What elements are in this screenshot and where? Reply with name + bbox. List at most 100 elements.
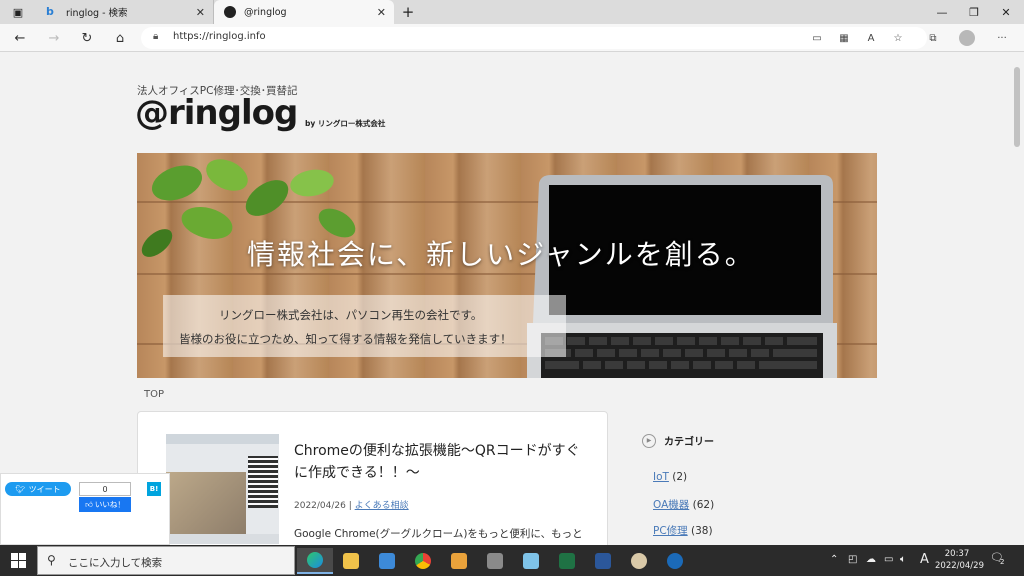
hero-banner: 情報社会に、新しいジャンルを創る。 リングロー株式会社は、パソコン再生の会社です… bbox=[137, 153, 877, 378]
chrome-icon[interactable] bbox=[405, 548, 441, 574]
more-menu-icon[interactable]: ··· bbox=[993, 29, 1011, 47]
close-icon[interactable]: ✕ bbox=[377, 6, 386, 19]
search-icon: ⚲ bbox=[47, 553, 56, 567]
tab-title: @ringlog bbox=[244, 6, 287, 18]
meta-separator: | bbox=[345, 501, 355, 511]
url-text: https://ringlog.info bbox=[173, 31, 266, 42]
browser-toolbar: ← → ↻ ⌂ 🔒︎ https://ringlog.info ▭ ▦ A ☆ … bbox=[0, 24, 1024, 52]
category-count: (62) bbox=[692, 499, 715, 511]
category-heading-text: カテゴリー bbox=[664, 437, 714, 448]
refresh-icon[interactable]: ↻ bbox=[77, 28, 97, 48]
tab-actions-icon[interactable]: ▣ bbox=[2, 0, 34, 24]
back-icon[interactable]: ← bbox=[10, 28, 30, 48]
scrollbar-thumb[interactable] bbox=[1014, 67, 1020, 147]
minimize-icon[interactable]: — bbox=[926, 0, 958, 24]
new-tab-button[interactable]: + bbox=[392, 0, 424, 24]
tab-search[interactable]: b ringlog - 検索 ✕ bbox=[36, 0, 214, 24]
read-aloud-icon[interactable]: A bbox=[862, 29, 880, 47]
category-item: IoT (2) bbox=[653, 471, 687, 483]
profile-avatar[interactable] bbox=[958, 29, 976, 47]
excel-icon[interactable] bbox=[549, 548, 585, 574]
article-date: 2022/04/26 bbox=[294, 501, 346, 511]
lock-icon: 🔒︎ bbox=[153, 31, 159, 42]
article-category-link[interactable]: よくある相談 bbox=[355, 501, 409, 511]
ringlog-favicon-icon bbox=[224, 6, 236, 18]
laptop-image bbox=[527, 175, 837, 378]
chevron-up-icon[interactable]: ⌃ bbox=[830, 554, 838, 565]
webex-icon[interactable] bbox=[657, 548, 693, 574]
hatena-bookmark-button[interactable]: B! bbox=[147, 482, 161, 496]
forward-icon[interactable]: → bbox=[44, 28, 64, 48]
notepad-icon[interactable] bbox=[513, 548, 549, 574]
reading-view-icon[interactable]: ▭ bbox=[808, 29, 826, 47]
file-explorer-icon[interactable] bbox=[333, 548, 369, 574]
meet-now-icon[interactable]: ◰ bbox=[848, 554, 857, 565]
hero-title: 情報社会に、新しいジャンルを創る。 bbox=[247, 238, 755, 271]
category-link[interactable]: OA機器 bbox=[653, 499, 689, 511]
like-count: 0 bbox=[79, 482, 131, 496]
windows-taskbar: ⚲ ここに入力して検索 ⌃ ◰ ☁ ▭ 🔈︎ A 20:37 2022/04/2… bbox=[0, 545, 1024, 576]
edge-app-icon[interactable] bbox=[297, 548, 333, 574]
notification-count: 2 bbox=[1000, 558, 1005, 566]
tweet-button[interactable]: 🐦︎ ツイート bbox=[5, 482, 71, 496]
volume-icon[interactable]: 🔈︎ bbox=[900, 554, 906, 565]
twitter-bird-icon: 🐦︎ bbox=[15, 484, 26, 494]
favorite-add-icon[interactable]: ☆ bbox=[889, 29, 907, 47]
taskbar-search[interactable]: ⚲ ここに入力して検索 bbox=[37, 546, 295, 575]
battery-icon[interactable]: ▭ bbox=[884, 554, 893, 565]
page-content: 法人オフィスPC修理･交換･買替記 @ringlog by リングロー株式会社 bbox=[0, 53, 1010, 545]
site-byline: by リングロー株式会社 bbox=[305, 119, 386, 128]
search-placeholder: ここに入力して検索 bbox=[68, 557, 163, 569]
site-logo[interactable]: @ringlog bbox=[135, 93, 298, 133]
thumbnail-header bbox=[166, 434, 279, 444]
calculator-icon[interactable] bbox=[477, 548, 513, 574]
clock-date: 2022/04/29 bbox=[935, 561, 984, 571]
ime-indicator[interactable]: A bbox=[920, 552, 929, 567]
tab-ringlog[interactable]: @ringlog ✕ bbox=[214, 0, 394, 24]
thumbs-up-icon: 👍︎ bbox=[85, 499, 93, 509]
collections-icon[interactable]: ⧉ bbox=[924, 29, 942, 47]
category-heading: ▶ カテゴリー bbox=[642, 433, 714, 448]
category-link[interactable]: IoT bbox=[653, 471, 669, 483]
vertical-scrollbar[interactable] bbox=[1010, 53, 1024, 545]
article-excerpt: Google Chrome(グーグルクローム)をもっと便利に、もっと bbox=[294, 528, 583, 540]
thumbnail-photo bbox=[166, 472, 246, 536]
close-icon[interactable]: ✕ bbox=[196, 6, 205, 19]
thumbnail-footer bbox=[166, 534, 279, 544]
category-link[interactable]: PC修理 bbox=[653, 525, 688, 537]
home-icon[interactable]: ⌂ bbox=[110, 28, 130, 48]
clock[interactable]: 20:37 2022/04/29 bbox=[935, 548, 984, 572]
hero-message-box: リングロー株式会社は、パソコン再生の会社です。 皆様のお役に立つため、知って得す… bbox=[163, 295, 566, 357]
qr-code-icon[interactable]: ▦ bbox=[835, 29, 853, 47]
windows-logo-icon bbox=[10, 553, 26, 568]
clock-time: 20:37 bbox=[944, 549, 970, 559]
notification-center-icon[interactable]: 🗨︎ 2 bbox=[990, 551, 1010, 569]
category-count: (2) bbox=[672, 471, 688, 483]
qr-code-image bbox=[248, 456, 278, 508]
tweet-label: ツイート bbox=[28, 484, 61, 494]
store-icon[interactable] bbox=[369, 548, 405, 574]
article-title[interactable]: Chromeの便利な拡張機能～QRコードがすぐに作成できる！！～ bbox=[294, 440, 584, 484]
word-icon[interactable] bbox=[585, 548, 621, 574]
restore-icon[interactable]: ❐ bbox=[958, 0, 990, 24]
article-thumbnail[interactable] bbox=[166, 434, 279, 544]
tab-title: ringlog - 検索 bbox=[66, 8, 128, 19]
breadcrumb: TOP bbox=[137, 383, 607, 407]
close-window-icon[interactable]: ✕ bbox=[990, 0, 1022, 24]
start-button[interactable] bbox=[0, 545, 36, 576]
like-button[interactable]: 👍︎ いいね！ bbox=[79, 497, 131, 512]
breadcrumb-top-link[interactable]: TOP bbox=[144, 389, 164, 400]
article-card[interactable]: Chromeの便利な拡張機能～QRコードがすぐに作成できる！！～ 2022/04… bbox=[137, 411, 608, 545]
play-circle-icon: ▶ bbox=[642, 433, 656, 448]
paint-icon[interactable] bbox=[621, 548, 657, 574]
like-label: いいね！ bbox=[94, 500, 125, 509]
article-meta: 2022/04/26 | よくある相談 bbox=[294, 498, 409, 511]
hero-message-line: 皆様のお役に立つため、知って得する情報を発信していきます！ bbox=[179, 332, 512, 346]
bing-icon: b bbox=[46, 5, 54, 18]
category-count: (38) bbox=[691, 525, 713, 537]
media-player-icon[interactable] bbox=[441, 548, 477, 574]
onedrive-icon[interactable]: ☁ bbox=[866, 554, 876, 565]
category-item: PC修理 (38) bbox=[653, 523, 713, 538]
hero-message-line: リングロー株式会社は、パソコン再生の会社です。 bbox=[219, 308, 483, 322]
share-bar: 🐦︎ ツイート 0 👍︎ いいね！ B! bbox=[0, 473, 170, 545]
